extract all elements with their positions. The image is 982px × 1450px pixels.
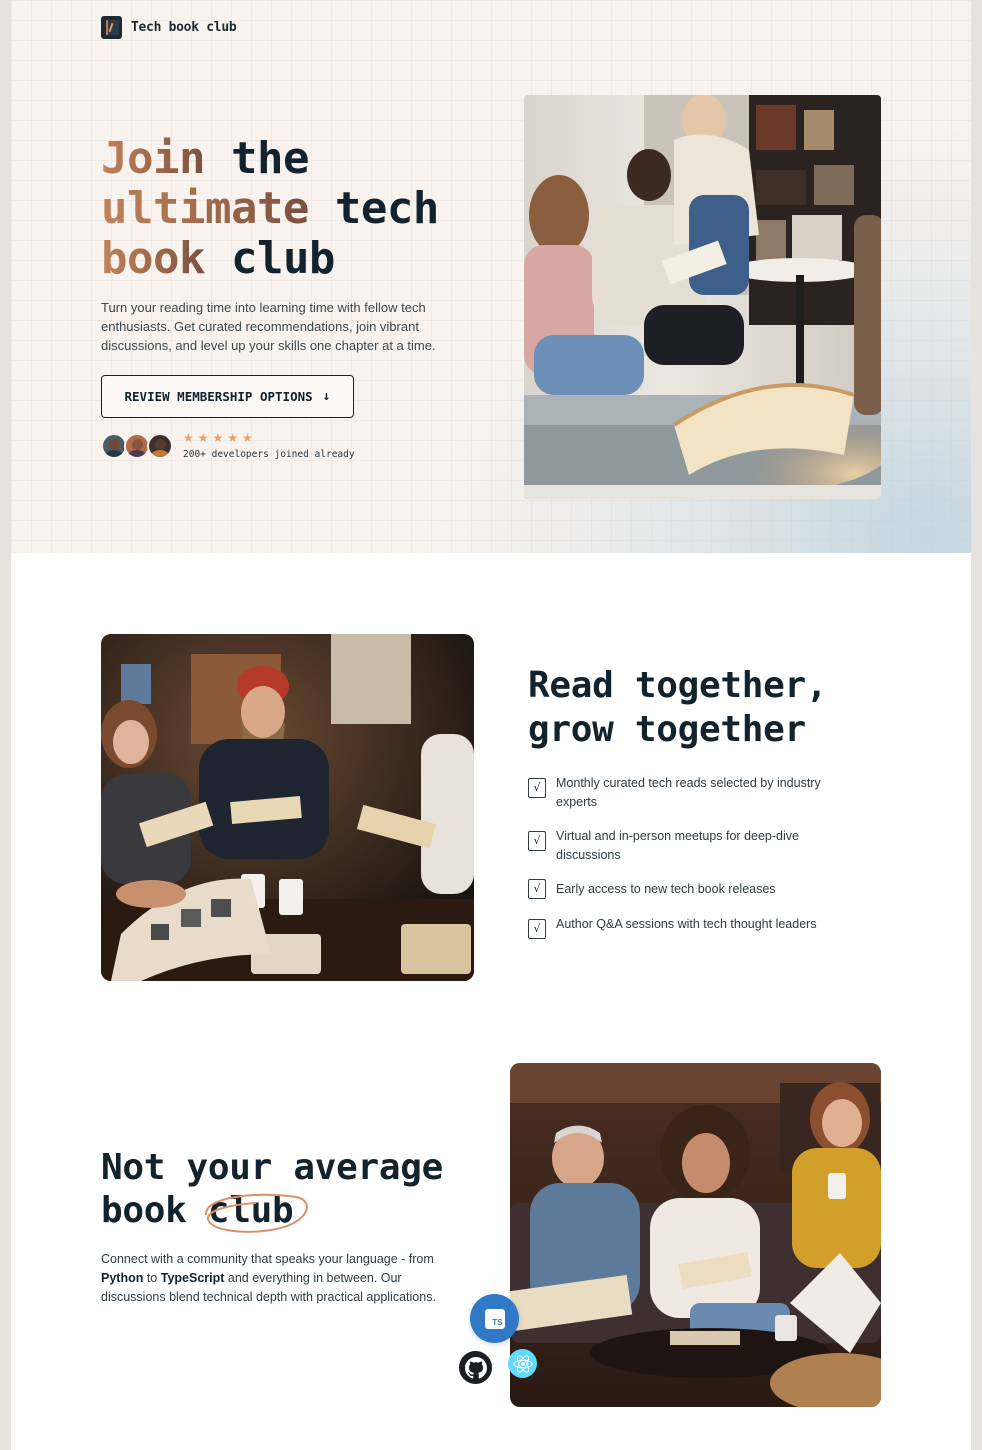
member-avatars bbox=[101, 433, 173, 459]
list-item: √ Virtual and in-person meetups for deep… bbox=[528, 827, 828, 864]
checkbox-icon: √ bbox=[528, 778, 546, 798]
hero-title-word: club bbox=[204, 233, 335, 284]
hero-section: Tech book club Join the ultimate tech bo… bbox=[11, 0, 971, 553]
list-item: √ Early access to new tech book releases bbox=[528, 879, 828, 899]
section-title-read-together: Read together, grow together bbox=[528, 664, 928, 752]
social-proof: ★★★★★ 200+ developers joined already bbox=[101, 432, 355, 460]
community-discussion-photo bbox=[510, 1063, 881, 1407]
list-item: √ Author Q&A sessions with tech thought … bbox=[528, 915, 828, 939]
feature-text: Author Q&A sessions with tech thought le… bbox=[556, 917, 817, 931]
title-line: book bbox=[101, 1190, 208, 1231]
arrow-down-icon: ↓ bbox=[322, 389, 331, 404]
hero-title-word: tech bbox=[308, 183, 439, 234]
section-description: Connect with a community that speaks you… bbox=[101, 1250, 466, 1307]
feature-text: Early access to new tech book releases bbox=[556, 882, 776, 896]
github-icon bbox=[457, 1349, 494, 1386]
hero-title-word: the bbox=[204, 133, 309, 184]
hero-group-reading-photo bbox=[524, 95, 881, 499]
hero-subtitle: Turn your reading time into learning tim… bbox=[101, 300, 436, 353]
description-text: to bbox=[143, 1271, 161, 1285]
description-text: Connect with a community that speaks you… bbox=[101, 1252, 434, 1266]
star-rating-icon: ★★★★★ bbox=[183, 431, 257, 445]
section-title-not-average: Not your average book club bbox=[101, 1146, 521, 1233]
rating-block: ★★★★★ 200+ developers joined already bbox=[183, 431, 355, 461]
typescript-icon: TS bbox=[470, 1294, 519, 1343]
joined-count-text: 200+ developers joined already bbox=[183, 449, 355, 460]
typescript-badge-label: TS bbox=[492, 1317, 503, 1327]
book-logo-icon bbox=[101, 16, 122, 39]
avatar bbox=[147, 433, 173, 459]
checkbox-icon: √ bbox=[528, 879, 546, 899]
brand-link[interactable]: Tech book club bbox=[101, 16, 237, 39]
circled-word: club bbox=[204, 1189, 308, 1233]
hero-title: Join the ultimate tech book club bbox=[101, 134, 501, 284]
python-highlight: Python bbox=[101, 1271, 144, 1285]
review-membership-label: REVIEW MEMBERSHIP OPTIONS bbox=[124, 389, 313, 404]
react-icon bbox=[508, 1349, 537, 1378]
hero-title-accent-word: Join bbox=[101, 133, 205, 184]
title-line: Not your average bbox=[101, 1147, 443, 1188]
hero-title-accent-word: ultimate bbox=[101, 183, 309, 234]
title-line: Read together, bbox=[528, 665, 828, 706]
list-item: √ Monthly curated tech reads selected by… bbox=[528, 774, 828, 811]
page: Tech book club Join the ultimate tech bo… bbox=[11, 0, 971, 1450]
feature-list: √ Monthly curated tech reads selected by… bbox=[528, 774, 828, 955]
checkbox-icon: √ bbox=[528, 919, 546, 939]
brand-name: Tech book club bbox=[131, 20, 237, 35]
checkbox-icon: √ bbox=[528, 831, 546, 851]
feature-text: Monthly curated tech reads selected by i… bbox=[556, 776, 821, 809]
circled-word-text: club bbox=[207, 1190, 294, 1231]
group-discussion-photo bbox=[101, 634, 474, 981]
hero-title-accent-word: book bbox=[101, 233, 205, 284]
title-line: grow together bbox=[528, 709, 806, 750]
typescript-highlight: TypeScript bbox=[160, 1271, 225, 1285]
review-membership-button[interactable]: REVIEW MEMBERSHIP OPTIONS ↓ bbox=[101, 375, 354, 418]
feature-text: Virtual and in-person meetups for deep-d… bbox=[556, 829, 799, 862]
